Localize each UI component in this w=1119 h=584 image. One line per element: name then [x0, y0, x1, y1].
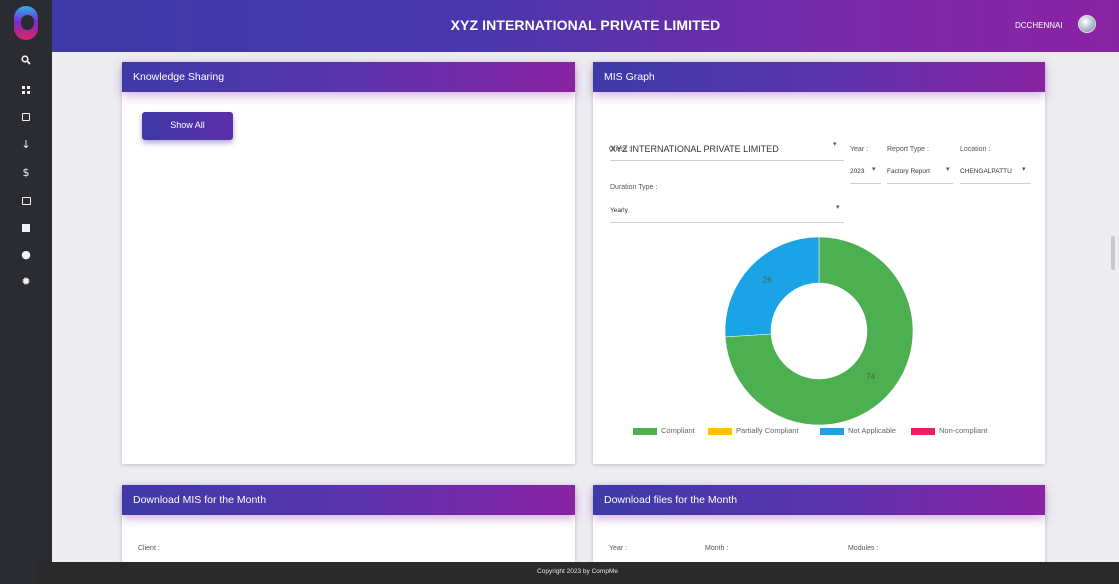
user-circle-icon[interactable]: ●	[0, 245, 52, 265]
knowledge-sharing-header: Knowledge Sharing	[122, 62, 575, 92]
legend-swatch[interactable]	[820, 428, 844, 435]
duration-select[interactable]: Yearly	[610, 207, 628, 214]
footer: Copyright 2023 by CompMe	[36, 562, 1119, 584]
username-label[interactable]: DCCHENNAI	[1015, 21, 1063, 30]
chart-legend: Compliant Partially Compliant Not Applicab…	[593, 426, 1045, 438]
legend-label[interactable]: Compliant	[661, 426, 695, 435]
card-title: MIS Graph	[604, 71, 655, 83]
legend-swatch[interactable]	[708, 428, 732, 435]
month-label: Month :	[705, 545, 729, 552]
location-select[interactable]: CHENGALPATTU	[960, 168, 1012, 175]
page-scrollbar[interactable]	[1111, 236, 1115, 270]
data-label: 74	[866, 373, 875, 382]
year-label: Year :	[609, 545, 628, 552]
card-title: Download files for the Month	[604, 494, 738, 506]
client-select[interactable]: XYZ INTERNATIONAL PRIVATE LIMITED	[610, 144, 779, 154]
chevron-down-icon[interactable]: ▾	[872, 165, 876, 173]
knowledge-sharing-card: Knowledge Sharing Show All	[122, 62, 575, 464]
download-mis-header: Download MIS for the Month	[122, 485, 575, 515]
download-files-header: Download files for the Month	[593, 485, 1045, 515]
calendar-icon[interactable]	[0, 107, 52, 127]
card-title: Knowledge Sharing	[133, 71, 225, 83]
modules-label: Modules :	[848, 545, 879, 552]
chevron-down-icon[interactable]: ▾	[833, 140, 837, 148]
sidebar: ↓ $ ● ✹	[0, 0, 52, 584]
legend-label[interactable]: Partially Compliant	[736, 426, 799, 435]
chevron-down-icon[interactable]: ▾	[836, 203, 840, 211]
search-icon[interactable]	[0, 52, 52, 72]
card-title: Download MIS for the Month	[133, 494, 267, 506]
mis-graph-header: MIS Graph	[593, 62, 1045, 92]
year-label: Year :	[850, 146, 869, 153]
top-header: XYZ INTERNATIONAL PRIVATE LIMITED DCCHEN…	[52, 0, 1119, 52]
legend-label[interactable]: Non-compliant	[939, 426, 987, 435]
download-icon[interactable]: ↓	[0, 135, 52, 155]
settings-icon[interactable]: ✹	[0, 272, 52, 292]
dollar-icon[interactable]: $	[0, 163, 52, 183]
donut-slice-not-applicable[interactable]	[724, 236, 820, 338]
show-all-button[interactable]: Show All	[142, 112, 233, 140]
dashboard-icon[interactable]	[0, 80, 52, 100]
chevron-down-icon[interactable]: ▾	[946, 165, 950, 173]
mis-graph-card: MIS Graph XYZ INTERNATIONAL PRIVATE LIMI…	[593, 62, 1045, 464]
report-type-label: Report Type :	[887, 146, 929, 153]
legend-swatch[interactable]	[911, 428, 935, 435]
copyright-text: Copyright 2023 by CompMe	[537, 568, 618, 575]
year-select[interactable]: 2023	[850, 168, 864, 175]
legend-swatch[interactable]	[633, 428, 657, 435]
legend-label[interactable]: Not Applicable	[848, 426, 896, 435]
client-label: Client :	[609, 146, 631, 153]
client-label: Client :	[138, 545, 160, 552]
avatar[interactable]	[1078, 15, 1096, 33]
company-title: XYZ INTERNATIONAL PRIVATE LIMITED	[450, 17, 721, 33]
report-icon[interactable]	[0, 218, 52, 238]
data-label: 26	[763, 275, 772, 284]
compliance-donut-chart: 740260	[724, 236, 914, 426]
duration-label: Duration Type :	[610, 184, 658, 191]
report-type-select[interactable]: Factory Report	[887, 168, 930, 175]
cast-icon[interactable]	[0, 191, 52, 211]
chevron-down-icon[interactable]: ▾	[1022, 165, 1026, 173]
app-logo[interactable]	[14, 6, 38, 40]
location-label: Location :	[960, 146, 991, 153]
